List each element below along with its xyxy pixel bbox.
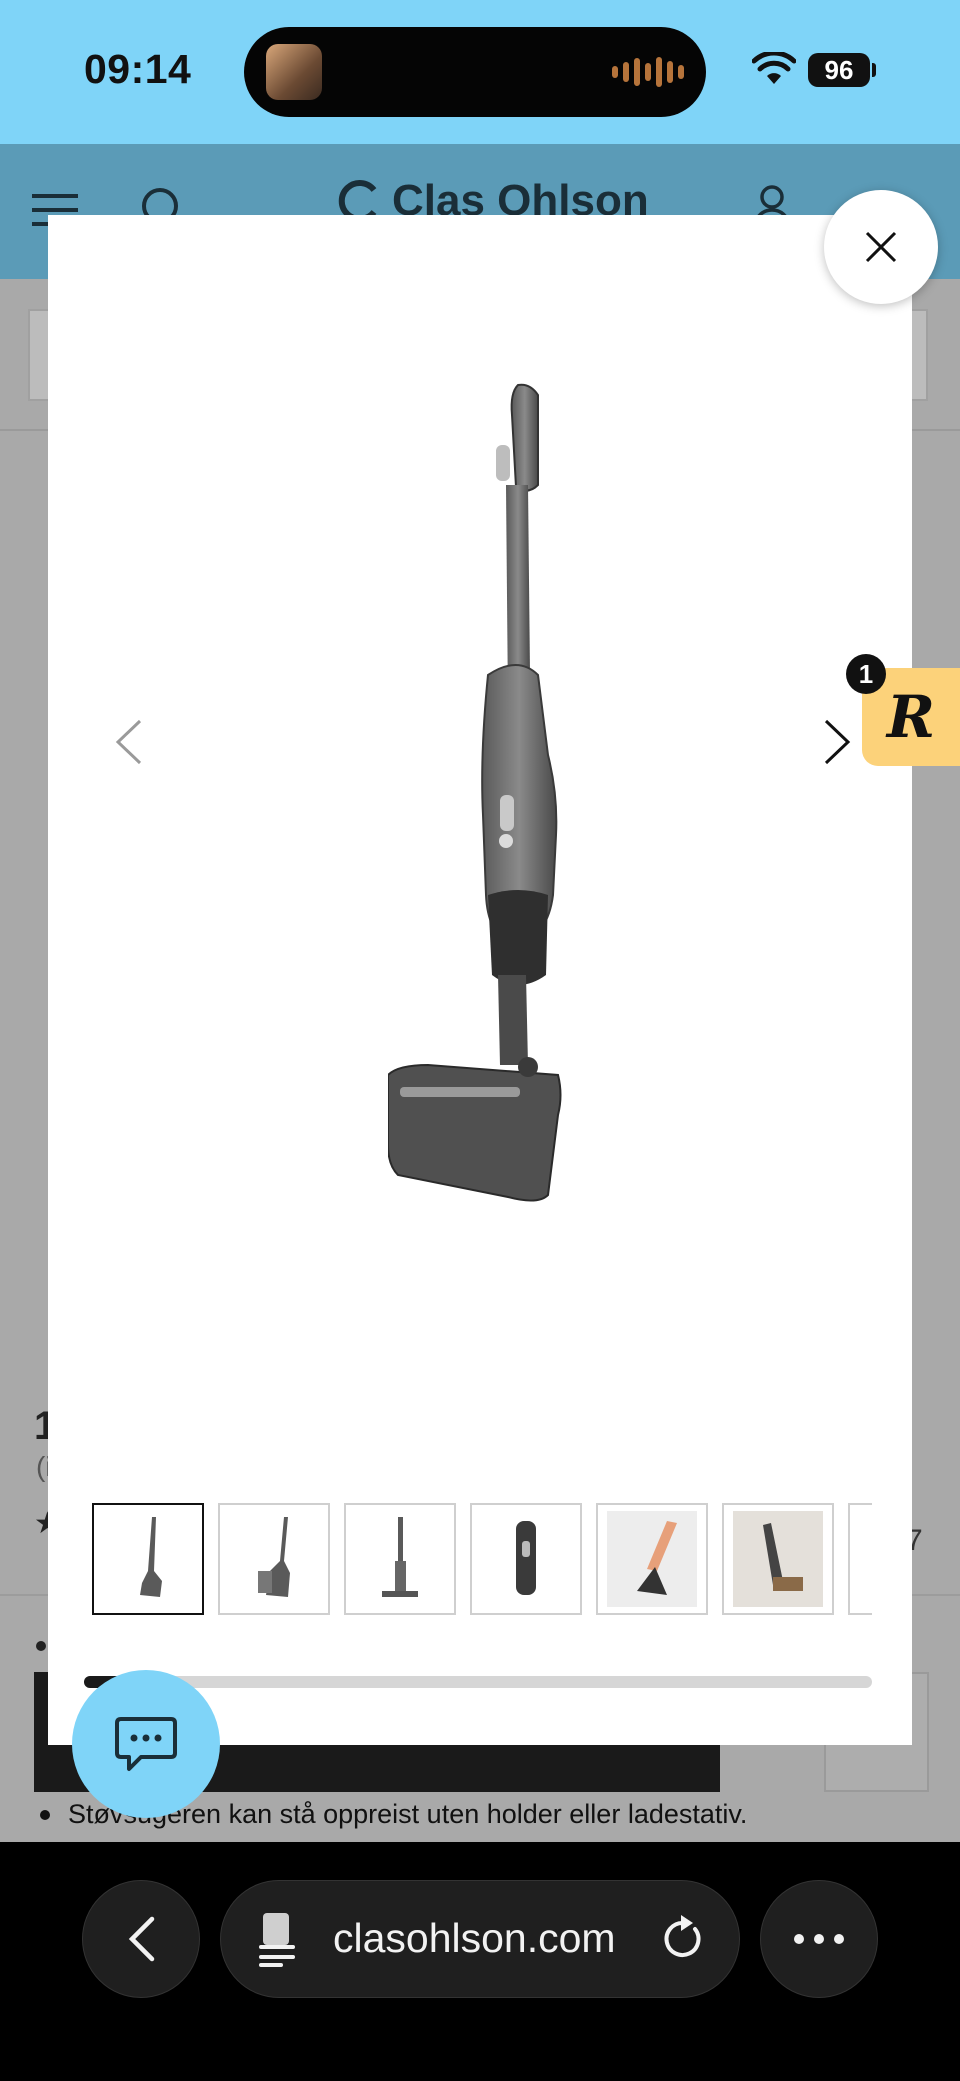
- reader-icon[interactable]: [257, 1911, 307, 1967]
- dynamic-island[interactable]: [244, 27, 706, 117]
- battery-tip: [872, 63, 876, 77]
- browser-more-button[interactable]: [760, 1880, 878, 1998]
- list-bullet: [36, 1641, 46, 1651]
- more-icon-dot: [794, 1934, 804, 1944]
- thumbnail[interactable]: [596, 1503, 708, 1615]
- product-image: [388, 383, 562, 1202]
- browser-toolbar: clasohlson.com: [0, 1842, 960, 2081]
- thumbnail-image: [140, 1517, 162, 1597]
- reload-icon[interactable]: [661, 1915, 705, 1963]
- image-gallery-modal: [48, 215, 912, 1745]
- thumbnail-image: [258, 1517, 290, 1597]
- thumbnail[interactable]: [344, 1503, 456, 1615]
- chevron-right-icon[interactable]: [818, 717, 858, 767]
- thumbnail[interactable]: [218, 1503, 330, 1615]
- url-text: clasohlson.com: [333, 1915, 616, 1961]
- audio-waveform-icon: [612, 55, 684, 89]
- chevron-left-icon[interactable]: [108, 717, 148, 767]
- address-bar[interactable]: clasohlson.com: [220, 1880, 740, 1998]
- thumbnail-image: [733, 1511, 823, 1607]
- more-icon-dot: [814, 1934, 824, 1944]
- thumbnail-strip: [92, 1503, 872, 1617]
- thumbnail-image: [607, 1511, 697, 1607]
- close-button[interactable]: [824, 190, 938, 304]
- status-bar: 09:14 96: [0, 0, 960, 144]
- list-bullet: [40, 1809, 50, 1820]
- more-icon-dot: [834, 1934, 844, 1944]
- screen: 09:14 96 Clas Ohlson 1 (i 7 Støvsugeren …: [0, 0, 960, 2081]
- now-playing-artwork: [266, 44, 322, 100]
- status-time: 09:14: [84, 46, 192, 92]
- chat-icon: [115, 1717, 177, 1771]
- thumbnail-image: [516, 1521, 536, 1595]
- thumbnail[interactable]: [722, 1503, 834, 1615]
- notification-badge: 1: [846, 654, 886, 694]
- thumbnail-image: [382, 1517, 418, 1597]
- thumbnail[interactable]: [848, 1503, 872, 1615]
- battery-indicator: 96: [808, 53, 870, 87]
- close-icon: [865, 231, 897, 263]
- chat-button[interactable]: [72, 1670, 220, 1818]
- back-icon: [128, 1916, 155, 1962]
- browser-back-button[interactable]: [82, 1880, 200, 1998]
- wifi-icon: [752, 52, 796, 84]
- rewards-widget-letter: R: [886, 683, 936, 751]
- thumbnail[interactable]: [470, 1503, 582, 1615]
- thumbnail-scrollbar[interactable]: [84, 1676, 872, 1688]
- thumbnail[interactable]: [92, 1503, 204, 1615]
